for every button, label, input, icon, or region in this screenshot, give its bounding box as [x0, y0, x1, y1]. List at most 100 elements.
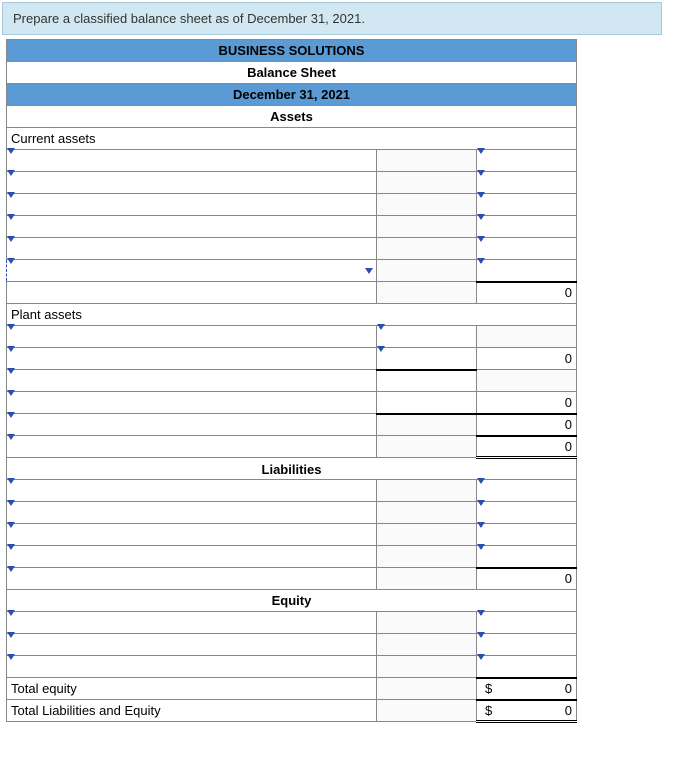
amount-dropdown[interactable] [477, 524, 577, 546]
cell [477, 326, 577, 348]
table-row [7, 524, 577, 546]
account-dropdown[interactable] [7, 568, 377, 590]
amount-dropdown[interactable] [377, 326, 477, 348]
instruction-text: Prepare a classified balance sheet as of… [13, 11, 365, 26]
table-row: 0 [7, 348, 577, 370]
amount-dropdown[interactable] [377, 348, 477, 370]
account-dropdown[interactable] [7, 524, 377, 546]
chevron-down-icon [365, 268, 373, 274]
cell [377, 700, 477, 722]
amount-dropdown[interactable] [477, 502, 577, 524]
table-row: Total equity $0 [7, 678, 577, 700]
amount-dropdown[interactable] [477, 238, 577, 260]
amount-dropdown[interactable] [477, 480, 577, 502]
cell [377, 194, 477, 216]
account-dropdown[interactable] [7, 370, 377, 392]
table-row [7, 326, 577, 348]
table-row [7, 546, 577, 568]
amount-dropdown[interactable] [477, 216, 577, 238]
account-dropdown[interactable] [7, 480, 377, 502]
table-row [7, 260, 577, 282]
current-assets-label: Current assets [7, 128, 577, 150]
table-row [7, 370, 577, 392]
table-row: Total Liabilities and Equity $0 [7, 700, 577, 722]
table-row [7, 238, 577, 260]
amount-dropdown[interactable] [477, 634, 577, 656]
account-dropdown[interactable] [7, 656, 377, 678]
table-row [7, 194, 577, 216]
account-dropdown[interactable] [7, 634, 377, 656]
balance-sheet-table: BUSINESS SOLUTIONS Balance Sheet Decembe… [6, 39, 577, 723]
table-row: 0 [7, 392, 577, 414]
current-assets-total: 0 [477, 282, 577, 304]
plant-assets-label: Plant assets [7, 304, 577, 326]
amount-dropdown[interactable] [477, 260, 577, 282]
currency-symbol: $ [481, 681, 492, 696]
cell [377, 282, 477, 304]
account-dropdown[interactable] [7, 436, 377, 458]
liabilities-header: Liabilities [7, 458, 577, 480]
total-assets: 0 [477, 436, 577, 458]
date-header: December 31, 2021 [7, 84, 577, 106]
title-header: Balance Sheet [7, 62, 577, 84]
amount-input[interactable] [377, 370, 477, 392]
total-liab-equity-value: $0 [477, 700, 577, 722]
account-dropdown[interactable] [7, 194, 377, 216]
plant-assets-total: 0 [477, 414, 577, 436]
amount-dropdown[interactable] [477, 612, 577, 634]
table-row [7, 656, 577, 678]
cell [477, 370, 577, 392]
equity-header: Equity [7, 590, 577, 612]
account-dropdown[interactable] [7, 502, 377, 524]
cell [377, 414, 477, 436]
cell [377, 150, 477, 172]
account-dropdown[interactable] [7, 348, 377, 370]
account-dropdown[interactable] [7, 216, 377, 238]
cell [377, 546, 477, 568]
table-row [7, 502, 577, 524]
account-dropdown[interactable] [7, 392, 377, 414]
instruction-banner: Prepare a classified balance sheet as of… [2, 2, 662, 35]
account-dropdown[interactable] [7, 238, 377, 260]
table-row: 0 [7, 414, 577, 436]
amount-dropdown[interactable] [477, 194, 577, 216]
amount-dropdown[interactable] [477, 172, 577, 194]
table-row [7, 634, 577, 656]
cell [377, 656, 477, 678]
table-row: 0 [7, 568, 577, 590]
currency-symbol: $ [481, 703, 492, 718]
amount-dropdown[interactable] [477, 546, 577, 568]
assets-header: Assets [7, 106, 577, 128]
amount-dropdown[interactable] [477, 656, 577, 678]
table-row [7, 172, 577, 194]
subtotal-label [7, 282, 377, 304]
cell [377, 260, 477, 282]
account-dropdown[interactable] [7, 172, 377, 194]
table-row [7, 612, 577, 634]
company-header: BUSINESS SOLUTIONS [7, 40, 577, 62]
cell [377, 238, 477, 260]
total-equity-value: $0 [477, 678, 577, 700]
cell [377, 436, 477, 458]
account-dropdown[interactable] [7, 150, 377, 172]
table-row: 0 [7, 282, 577, 304]
cell [377, 172, 477, 194]
amount-dropdown[interactable] [477, 150, 577, 172]
cell [377, 216, 477, 238]
total-equity-label: Total equity [7, 678, 377, 700]
cell [377, 502, 477, 524]
table-row [7, 216, 577, 238]
account-dropdown-active[interactable] [7, 260, 377, 282]
account-dropdown[interactable] [7, 414, 377, 436]
account-dropdown[interactable] [7, 326, 377, 348]
plant-subtotal-2: 0 [477, 392, 577, 414]
cell [377, 568, 477, 590]
table-row [7, 480, 577, 502]
plant-subtotal-1: 0 [477, 348, 577, 370]
total-liabilities: 0 [477, 568, 577, 590]
amount-input[interactable] [377, 392, 477, 414]
account-dropdown[interactable] [7, 546, 377, 568]
cell [377, 612, 477, 634]
cell [377, 480, 477, 502]
account-dropdown[interactable] [7, 612, 377, 634]
